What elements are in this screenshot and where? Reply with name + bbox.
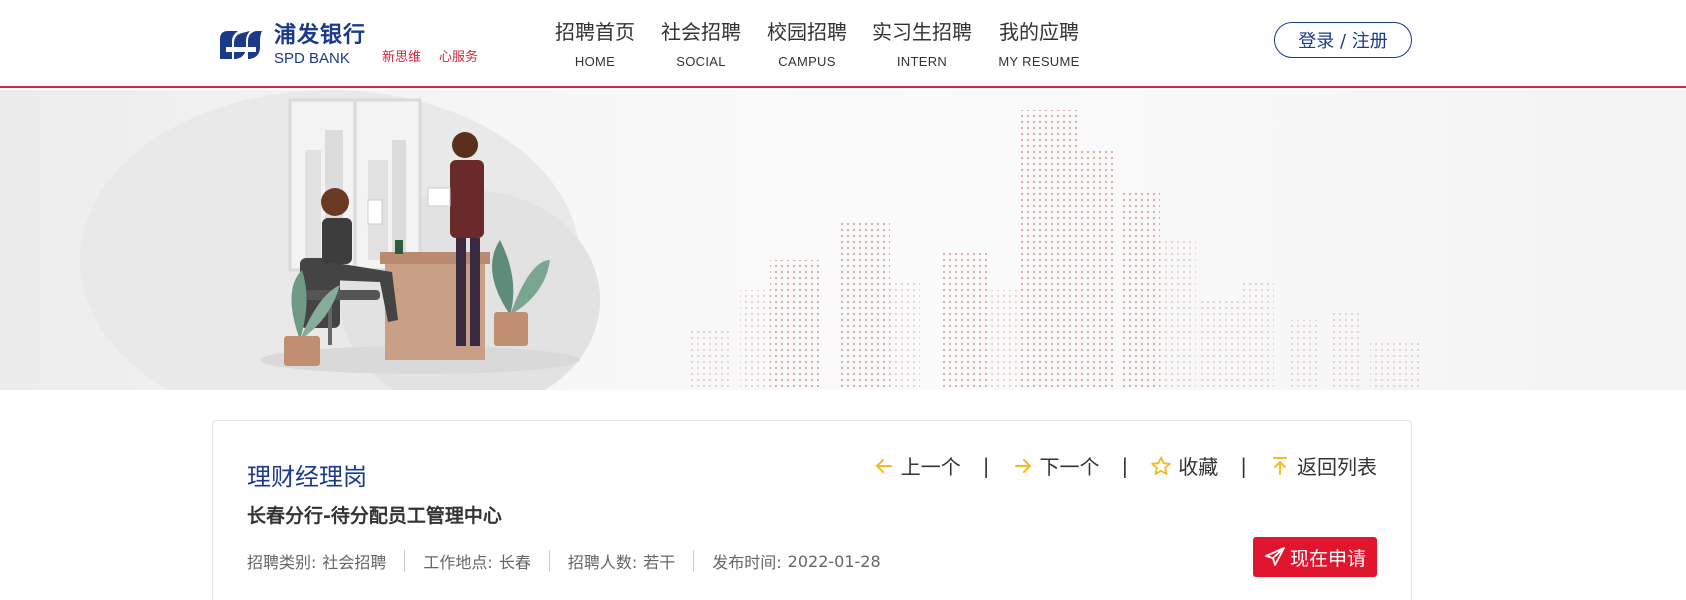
arrow-up-icon [1273, 456, 1287, 475]
logo-english-name: SPD BANK [274, 49, 350, 67]
arrow-left-icon [875, 458, 892, 473]
nav-item-social[interactable]: 社会招聘 SOCIAL [642, 18, 760, 69]
prev-job-label: 上一个 [900, 455, 961, 479]
job-department: 长春分行-待分配员工管理中心 [247, 505, 502, 527]
slogan: 新思维 心服务 [382, 46, 478, 65]
back-to-list-label: 返回列表 [1297, 455, 1377, 479]
job-detail-card: 理财经理岗 长春分行-待分配员工管理中心 招聘类别: 社会招聘 工作地点: 长春… [212, 420, 1412, 600]
meta-divider [693, 550, 695, 572]
nav-label-cn: 我的应聘 [999, 20, 1079, 44]
job-actions: 上一个 | 下一个 | 收藏 | 返回列表 [873, 451, 1377, 480]
next-job-label: 下一个 [1039, 455, 1100, 479]
job-title: 理财经理岗 [247, 463, 367, 491]
prev-job-link[interactable]: 上一个 [873, 451, 961, 480]
hero-banner [0, 90, 1686, 390]
star-icon [1151, 456, 1171, 475]
site-header: 浦发银行 SPD BANK 新思维 心服务 招聘首页 HOME 社会招聘 SOC… [0, 0, 1686, 88]
back-to-list-link[interactable]: 返回列表 [1269, 451, 1377, 480]
next-job-link[interactable]: 下一个 [1012, 451, 1100, 480]
nav-item-campus[interactable]: 校园招聘 CAMPUS [760, 18, 854, 69]
favorite-label: 收藏 [1178, 455, 1219, 479]
spd-logo-icon [220, 31, 262, 59]
spd-bank-logo[interactable]: 浦发银行 SPD BANK [216, 24, 366, 66]
action-separator: | [1240, 453, 1247, 478]
action-separator: | [1121, 453, 1129, 478]
meta-value-category: 社会招聘 [322, 553, 387, 572]
action-separator: | [982, 453, 990, 478]
favorite-button[interactable]: 收藏 [1150, 451, 1218, 480]
meta-label-location: 工作地点: [423, 553, 493, 572]
nav-label-en: INTERN [896, 54, 948, 69]
slogan-part-1: 新思维 [382, 50, 422, 65]
apply-now-label: 现在申请 [1289, 547, 1366, 570]
paper-plane-icon [1265, 547, 1285, 566]
apply-now-button[interactable]: 现在申请 [1253, 537, 1377, 577]
meta-value-publish-date: 2022-01-28 [787, 551, 881, 571]
nav-label-cn: 校园招聘 [767, 20, 847, 44]
nav-label-en: MY RESUME [998, 54, 1080, 69]
nav-label-cn: 招聘首页 [555, 20, 635, 44]
meta-label-publish-date: 发布时间: [712, 553, 782, 572]
main-nav: 招聘首页 HOME 社会招聘 SOCIAL 校园招聘 CAMPUS 实习生招聘 … [548, 18, 1088, 69]
logo-chinese-name: 浦发银行 [274, 22, 367, 48]
meta-divider [404, 550, 406, 572]
meta-divider [548, 550, 550, 572]
nav-item-home[interactable]: 招聘首页 HOME [548, 18, 642, 69]
nav-label-en: SOCIAL [676, 54, 726, 69]
meta-value-headcount: 若干 [643, 553, 676, 572]
slogan-part-2: 心服务 [439, 50, 479, 65]
nav-item-intern[interactable]: 实习生招聘 INTERN [854, 18, 990, 69]
meta-label-headcount: 招聘人数: [567, 553, 638, 572]
nav-label-en: HOME [574, 54, 616, 69]
meta-value-location: 长春 [498, 553, 531, 572]
meta-label-category: 招聘类别: [247, 553, 317, 572]
nav-label-cn: 社会招聘 [661, 20, 741, 44]
nav-label-cn: 实习生招聘 [872, 20, 972, 44]
banner-illustration [80, 90, 1420, 390]
nav-label-en: CAMPUS [778, 54, 836, 69]
nav-item-my-resume[interactable]: 我的应聘 MY RESUME [990, 18, 1088, 69]
arrow-right-icon [1014, 458, 1031, 473]
job-meta: 招聘类别: 社会招聘 工作地点: 长春 招聘人数: 若干 发布时间: 2022-… [247, 549, 881, 573]
login-register-button[interactable]: 登录 / 注册 [1274, 22, 1412, 58]
